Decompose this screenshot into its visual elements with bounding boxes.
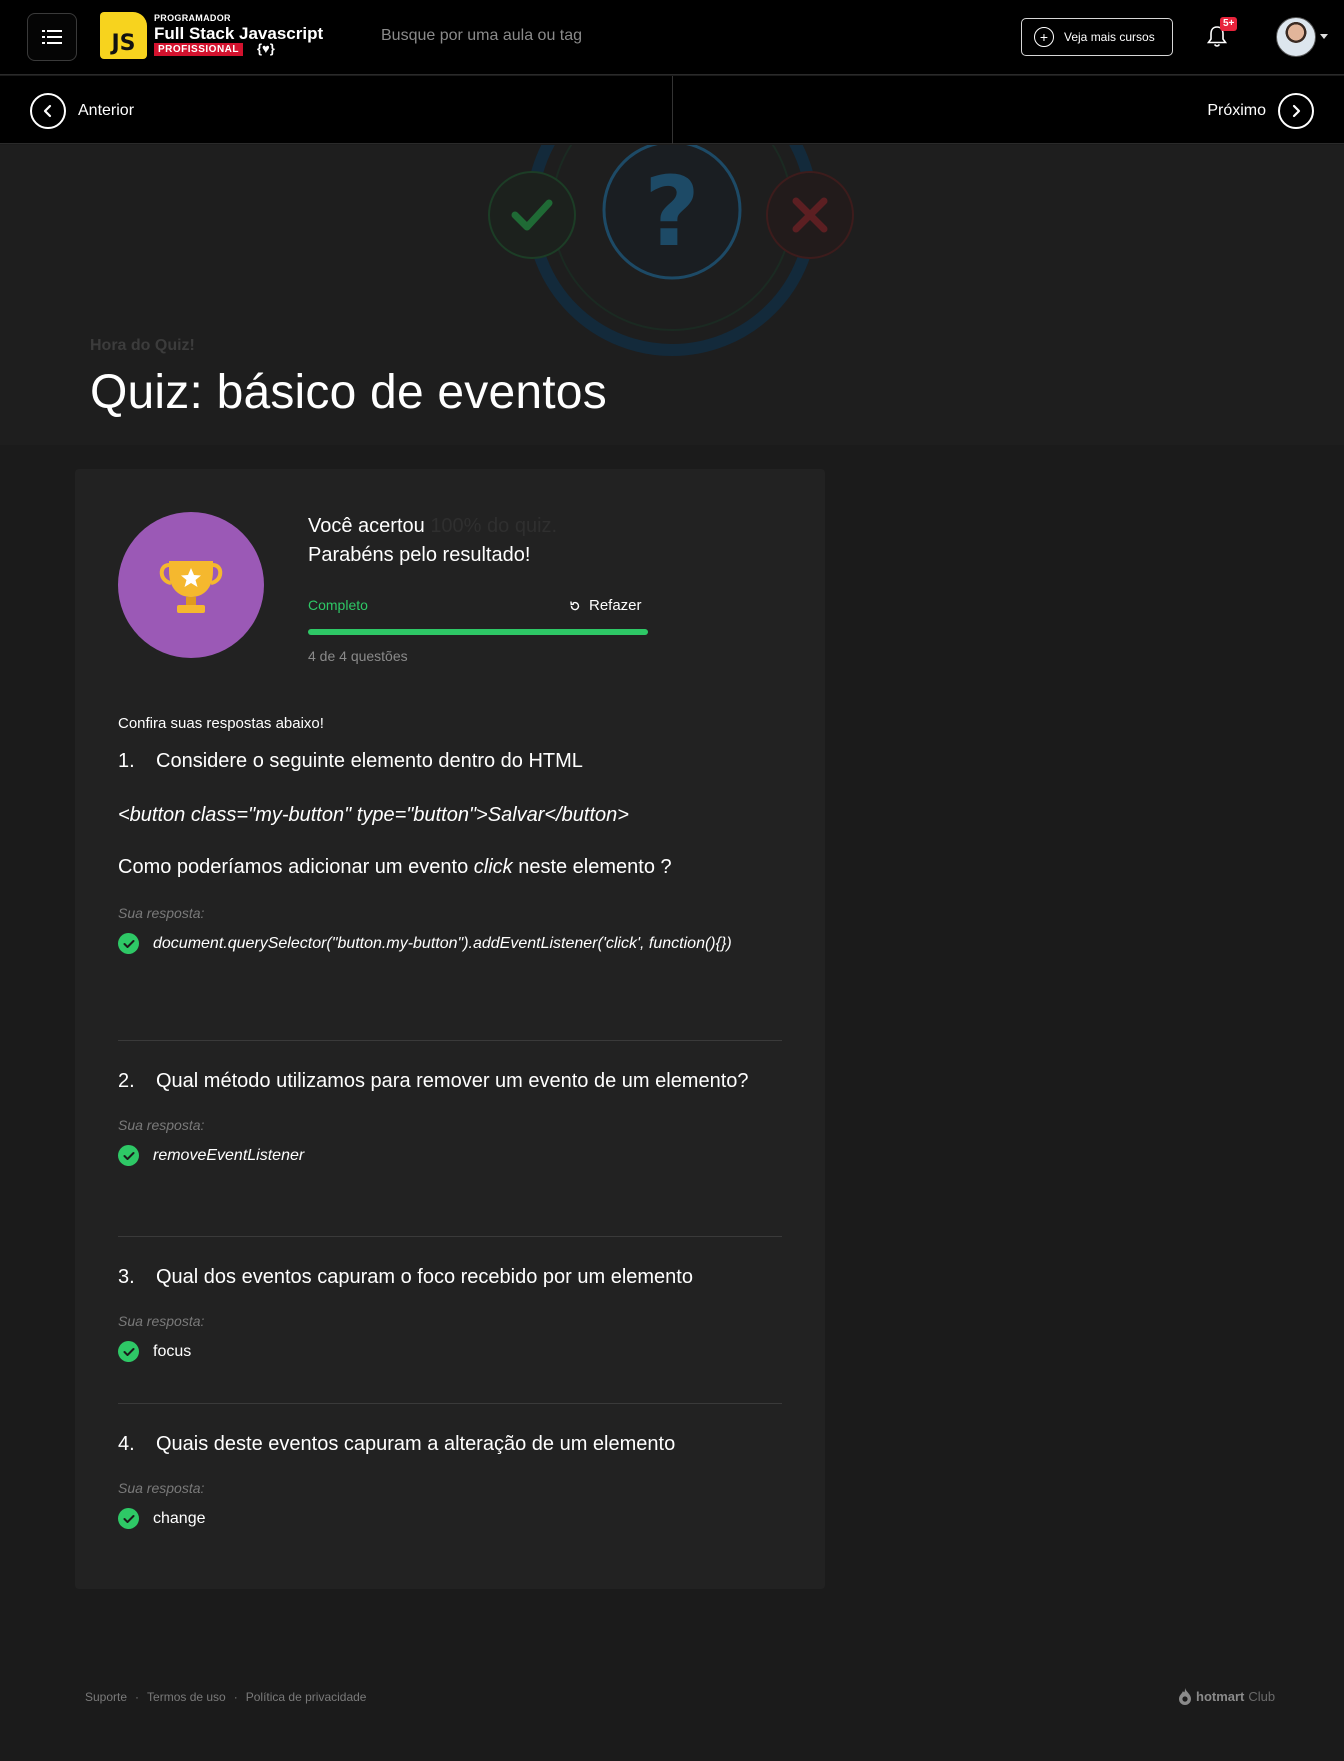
answer-label: Sua resposta:: [118, 905, 205, 921]
answer-text: document.querySelector("button.my-button…: [153, 934, 732, 952]
check-circle-icon: [118, 933, 139, 954]
chevron-right-icon: [1278, 93, 1314, 129]
chevron-down-icon[interactable]: [1320, 34, 1328, 39]
result-line1-text: Você acertou: [308, 515, 425, 537]
nav-divider: [672, 76, 673, 144]
footer-separator: ·: [233, 1690, 238, 1704]
menu-button[interactable]: [27, 13, 77, 61]
question-item: 3. Qual dos eventos capuram o foco recebi…: [118, 1263, 782, 1362]
footer-link-privacy[interactable]: Política de privacidade: [246, 1690, 367, 1704]
question-prompt-em: click: [473, 856, 513, 878]
question-prompt: Como poderíamos adicionar um evento clic…: [118, 856, 782, 879]
quiz-result-card: Você acertou 100% do quiz. Parabéns pelo…: [75, 469, 825, 1589]
answer-label: Sua resposta:: [118, 1313, 205, 1329]
logo-pro-text: PROFISSIONAL: [154, 43, 244, 56]
question-divider: [118, 1403, 782, 1404]
question-item: 1. Considere o seguinte elemento dentro d…: [118, 747, 782, 954]
question-count: 4 de 4 questões: [308, 648, 408, 664]
answer-row: focus: [118, 1341, 782, 1362]
logo-bracket-text: {♥}: [257, 41, 275, 56]
search-input[interactable]: Busque por uma aula ou tag: [381, 27, 582, 45]
quiz-subtitle: Hora do Quiz!: [90, 337, 195, 354]
question-item: 4. Quais deste eventos capuram a alteraçã…: [118, 1430, 782, 1529]
trophy-badge: [118, 512, 264, 658]
check-answers-text: Confira suas respostas abaixo!: [118, 715, 324, 732]
next-label: Próximo: [1207, 102, 1266, 119]
answer-row: document.querySelector("button.my-button…: [118, 933, 782, 954]
answer-label: Sua resposta:: [118, 1117, 205, 1133]
page-title: Quiz: básico de eventos: [90, 366, 607, 419]
footer-links: Suporte · Termos de uso · Política de pr…: [85, 1690, 366, 1704]
trophy-icon: [159, 561, 223, 613]
answer-text: removeEventListener: [153, 1146, 305, 1164]
more-courses-button[interactable]: + Veja mais cursos: [1021, 18, 1173, 56]
question-number: 2.: [118, 1070, 135, 1092]
quiz-hero: ? Hora do Quiz! Quiz: básico de eventos: [0, 145, 1344, 445]
question-code: <button class="my-button" type="button">…: [118, 804, 629, 826]
progress-bar-fill: [308, 629, 648, 635]
check-circle-icon: [118, 1508, 139, 1529]
course-logo[interactable]: JS PROGRAMADOR Full Stack Javascript PRO…: [100, 12, 330, 60]
question-prompt-after: neste elemento ?: [512, 856, 672, 878]
top-header: JS PROGRAMADOR Full Stack Javascript PRO…: [0, 0, 1344, 75]
question-text: Considere o seguinte elemento dentro do …: [156, 750, 583, 772]
answer-row: removeEventListener: [118, 1145, 782, 1166]
question-title: 4. Quais deste eventos capuram a alteraçã…: [118, 1430, 782, 1458]
previous-label: Anterior: [78, 102, 135, 119]
question-divider: [118, 1236, 782, 1237]
flame-icon: [1179, 1688, 1191, 1705]
previous-lesson-button[interactable]: Anterior: [30, 93, 134, 129]
question-prompt-before: Como poderíamos adicionar um evento: [118, 856, 474, 878]
brand-name: hotmart: [1196, 1688, 1245, 1704]
result-summary: Você acertou 100% do quiz.: [308, 515, 557, 538]
redo-label: Refazer: [589, 597, 642, 614]
svg-text:?: ?: [644, 156, 700, 268]
footer-separator: ·: [135, 1690, 140, 1704]
answer-label: Sua resposta:: [118, 1480, 205, 1496]
redo-icon: [570, 600, 580, 610]
result-percentage-text: 100% do quiz.: [430, 515, 558, 537]
status-label: Completo: [308, 597, 368, 613]
footer-link-support[interactable]: Suporte: [85, 1690, 127, 1704]
next-lesson-button[interactable]: Próximo: [1207, 93, 1314, 129]
logo-top-text: PROGRAMADOR: [154, 13, 231, 23]
answer-text: focus: [153, 1342, 192, 1360]
check-circle-icon: [118, 1145, 139, 1166]
question-text: Qual método utilizamos para remover um e…: [156, 1070, 749, 1092]
redo-button[interactable]: Refazer: [569, 597, 642, 614]
question-title: 2. Qual método utilizamos para remover um…: [118, 1067, 782, 1095]
js-logo-badge: JS: [100, 12, 147, 59]
answer-text: change: [153, 1509, 206, 1527]
answer-row: change: [118, 1508, 782, 1529]
question-item: 2. Qual método utilizamos para remover um…: [118, 1067, 782, 1166]
question-text: Qual dos eventos capuram o foco recebido…: [156, 1266, 693, 1288]
question-number: 4.: [118, 1433, 135, 1455]
question-title: 1. Considere o seguinte elemento dentro d…: [118, 747, 782, 775]
chevron-left-icon: [30, 93, 66, 129]
hamburger-icon: [42, 30, 62, 44]
congrats-text: Parabéns pelo resultado!: [308, 544, 531, 566]
more-courses-label: Veja mais cursos: [1064, 30, 1155, 44]
brand-suffix: Club: [1248, 1688, 1276, 1704]
avatar[interactable]: [1276, 17, 1316, 57]
question-title: 3. Qual dos eventos capuram o foco recebi…: [118, 1263, 782, 1291]
plus-circle-icon: +: [1034, 27, 1054, 47]
notification-badge: 5+: [1220, 17, 1238, 31]
question-number: 1.: [118, 750, 135, 772]
question-divider: [118, 1040, 782, 1041]
lesson-navigation: Anterior Próximo: [0, 76, 1344, 144]
question-text: Quais deste eventos capuram a alteração …: [156, 1433, 676, 1455]
progress-bar: [308, 629, 648, 635]
question-number: 3.: [118, 1266, 135, 1288]
check-circle-icon: [118, 1341, 139, 1362]
hotmart-club-logo[interactable]: hotmart Club: [1178, 1687, 1275, 1705]
footer-link-terms[interactable]: Termos de uso: [147, 1690, 226, 1704]
logo-main-text: Full Stack Javascript: [154, 24, 324, 43]
